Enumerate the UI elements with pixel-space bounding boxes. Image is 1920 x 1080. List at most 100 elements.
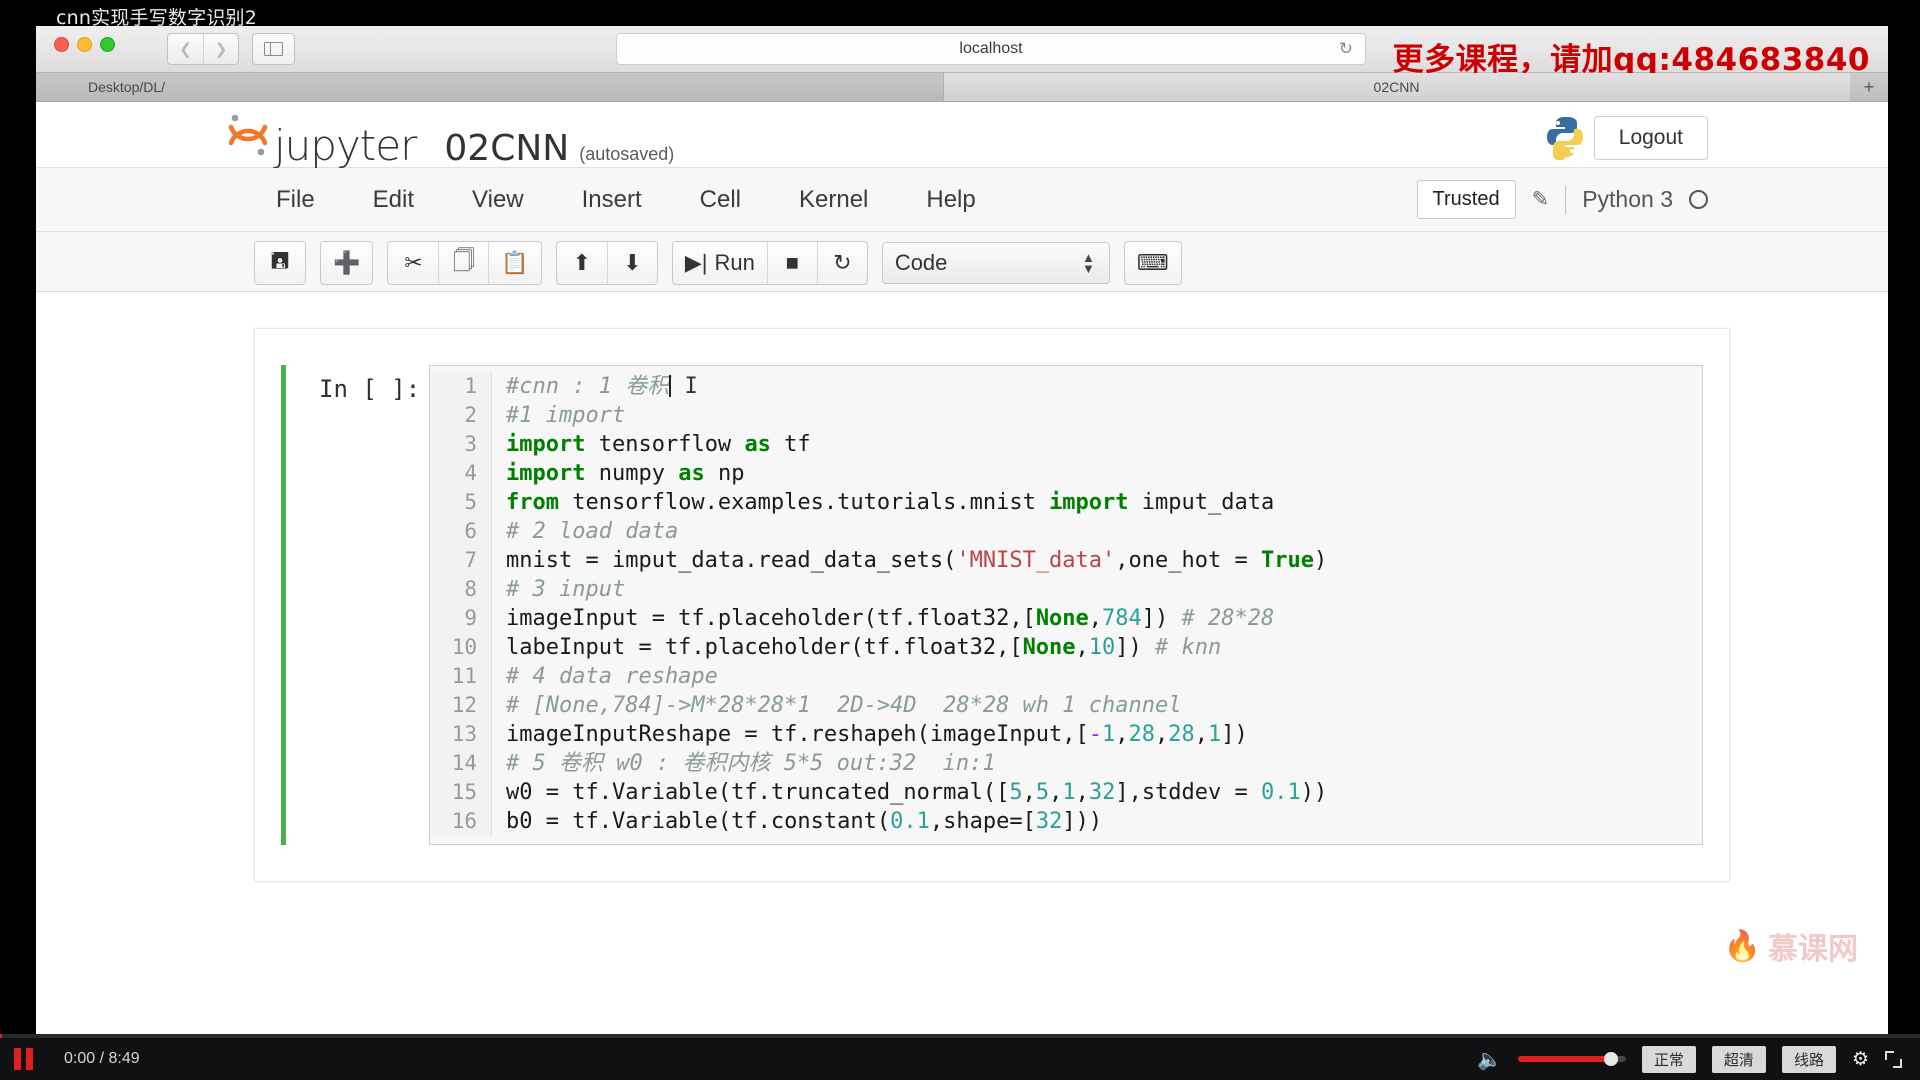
line-number: 13 — [430, 720, 492, 749]
keyboard-shortcuts-icon[interactable]: ⌨ — [1124, 242, 1181, 284]
browser-tab-02cnn[interactable]: 02CNN — [943, 73, 1850, 101]
code-token: imageInput = tf.placeholder(tf.float32,[ — [506, 606, 1036, 631]
volume-slider-fill — [1517, 1056, 1610, 1062]
jupyter-header: jupyter 02CNN (autosaved) Logout — [36, 102, 1888, 170]
menu-help[interactable]: Help — [926, 186, 975, 214]
reload-icon[interactable]: ↻ — [1339, 39, 1353, 59]
sidebar-toggle-icon[interactable] — [252, 33, 295, 65]
close-window-button[interactable] — [54, 37, 69, 52]
kernel-name-label: Python 3 — [1582, 186, 1673, 212]
code-token: ,one_hot = — [1115, 548, 1261, 573]
fullscreen-icon[interactable] — [1885, 1050, 1902, 1068]
menubar-right-group: Trusted ✎ Python 3 — [1416, 168, 1708, 231]
volume-slider-knob[interactable] — [1603, 1052, 1618, 1066]
save-floppy-icon[interactable]: 🖪 — [255, 242, 305, 284]
line-number: 4 — [430, 459, 492, 488]
line-number: 5 — [430, 488, 492, 517]
line-number: 15 — [430, 778, 492, 807]
code-line: 13 imageInputReshape = tf.reshapeh(imageI… — [430, 720, 1702, 749]
pencil-edit-icon[interactable]: ✎ — [1532, 187, 1550, 212]
trusted-badge[interactable]: Trusted — [1416, 180, 1516, 219]
notebook-container: In [ ]: 1 #cnn : 1 卷积 I 2 #1 import 3 import … — [254, 328, 1730, 882]
menu-kernel[interactable]: Kernel — [799, 186, 868, 214]
settings-gear-icon[interactable]: ⚙ — [1852, 1048, 1869, 1071]
menu-cell[interactable]: Cell — [700, 186, 741, 214]
browser-tab-desktop-dl[interactable]: Desktop/DL/ — [36, 73, 943, 101]
code-token: numpy — [585, 461, 679, 486]
pause-icon[interactable] — [14, 1048, 38, 1070]
copy-icon[interactable]: 🗍 — [438, 242, 489, 284]
code-token: )) — [1300, 780, 1328, 805]
imooc-watermark-label: 慕课网 — [1768, 932, 1858, 967]
scissors-cut-icon[interactable]: ✂ — [388, 242, 439, 284]
code-token: # knn — [1155, 635, 1222, 660]
run-button[interactable]: ▶| Run — [672, 242, 767, 284]
menu-insert[interactable]: Insert — [582, 186, 642, 214]
code-token: 1 — [1062, 780, 1076, 805]
paste-icon[interactable]: 📋 — [488, 242, 541, 284]
code-token: , — [1155, 722, 1169, 747]
divider — [1565, 185, 1567, 214]
toolbar-group-move: ⬆ ⬇ — [555, 241, 658, 285]
menu-edit[interactable]: Edit — [373, 186, 414, 214]
cell-type-select[interactable]: Code ▲ ▼ — [881, 242, 1110, 284]
kernel-idle-circle-icon[interactable] — [1689, 190, 1708, 209]
code-token: np — [704, 461, 745, 486]
address-bar[interactable]: localhost ↻ — [616, 33, 1366, 65]
quality-button-hd[interactable]: 超清 — [1711, 1045, 1766, 1073]
volume-icon[interactable]: 🔈 — [1477, 1047, 1502, 1072]
minimize-window-button[interactable] — [77, 37, 92, 52]
code-token: 32 — [1088, 780, 1116, 805]
navigation-buttons: ❮ ❯ — [167, 33, 239, 65]
line-text: w0 = tf.Variable(tf.truncated_normal([5,… — [492, 778, 1327, 807]
run-play-icon: ▶| — [684, 250, 708, 275]
code-token: , — [1194, 722, 1209, 747]
code-token: tensorflow.examples.tutorials.mnist — [558, 490, 1050, 515]
add-cell-plus-icon[interactable]: ➕ — [321, 242, 373, 284]
code-token: tf — [770, 432, 811, 457]
menu-file[interactable]: File — [276, 186, 315, 214]
line-text: mnist = imput_data.read_data_sets('MNIST… — [492, 546, 1327, 575]
line-number: 14 — [430, 749, 492, 778]
code-token: 1 — [1208, 722, 1222, 747]
code-line: 6 # 2 load data — [430, 517, 1702, 546]
logout-button[interactable]: Logout — [1593, 116, 1708, 160]
code-token: ]) — [1115, 635, 1156, 660]
new-tab-button[interactable]: + — [1850, 73, 1888, 101]
arrow-down-icon[interactable]: ⬇ — [606, 242, 657, 284]
notebook-name[interactable]: 02CNN — [444, 128, 569, 169]
code-token: ])) — [1062, 809, 1103, 834]
jupyter-brand[interactable]: jupyter 02CNN (autosaved) — [226, 110, 674, 170]
quality-button-normal[interactable]: 正常 — [1641, 1045, 1696, 1073]
code-token: imageInputReshape = tf.reshapeh(imageInp… — [506, 722, 1089, 747]
code-token: 0.1 — [1261, 780, 1301, 805]
code-token: labeInput = tf.placeholder(tf.float32,[ — [506, 635, 1023, 660]
code-token: # 2 load data — [506, 519, 679, 544]
menu-view[interactable]: View — [472, 186, 524, 214]
line-number: 9 — [430, 604, 492, 633]
volume-slider[interactable] — [1517, 1052, 1626, 1066]
back-chevron-left-icon[interactable]: ❮ — [168, 34, 203, 64]
line-text: #cnn : 1 卷积 I — [492, 372, 698, 401]
code-editor[interactable]: 1 #cnn : 1 卷积 I 2 #1 import 3 import tensorfl… — [429, 365, 1703, 845]
code-cell[interactable]: In [ ]: 1 #cnn : 1 卷积 I 2 #1 import 3 import … — [281, 365, 1703, 845]
code-line: 16 b0 = tf.Variable(tf.constant(0.1,shape… — [430, 807, 1702, 836]
line-text: imageInputReshape = tf.reshapeh(imageInp… — [492, 720, 1248, 749]
code-token: # 3 input — [506, 577, 626, 602]
arrow-up-icon[interactable]: ⬆ — [556, 242, 607, 284]
code-line: 7 mnist = imput_data.read_data_sets('MNIS… — [430, 546, 1702, 575]
code-token: # 5 卷积 w0 : 卷积内核 5*5 out:32 in:1 — [506, 751, 996, 776]
stop-square-icon[interactable]: ■ — [766, 242, 817, 284]
maximize-window-button[interactable] — [100, 37, 115, 52]
line-number: 10 — [430, 633, 492, 662]
toolbar-group-save: 🖪 — [254, 241, 306, 285]
code-line: 2 #1 import — [430, 401, 1702, 430]
code-token: ]) — [1221, 722, 1248, 747]
line-number: 11 — [430, 662, 492, 691]
restart-circular-arrow-icon[interactable]: ↻ — [816, 242, 867, 284]
forward-chevron-right-icon[interactable]: ❯ — [203, 34, 238, 64]
code-token: 1 — [1102, 722, 1116, 747]
route-button[interactable]: 线路 — [1781, 1045, 1836, 1073]
code-token: , — [1088, 606, 1103, 631]
code-line: 14 # 5 卷积 w0 : 卷积内核 5*5 out:32 in:1 — [430, 749, 1702, 778]
